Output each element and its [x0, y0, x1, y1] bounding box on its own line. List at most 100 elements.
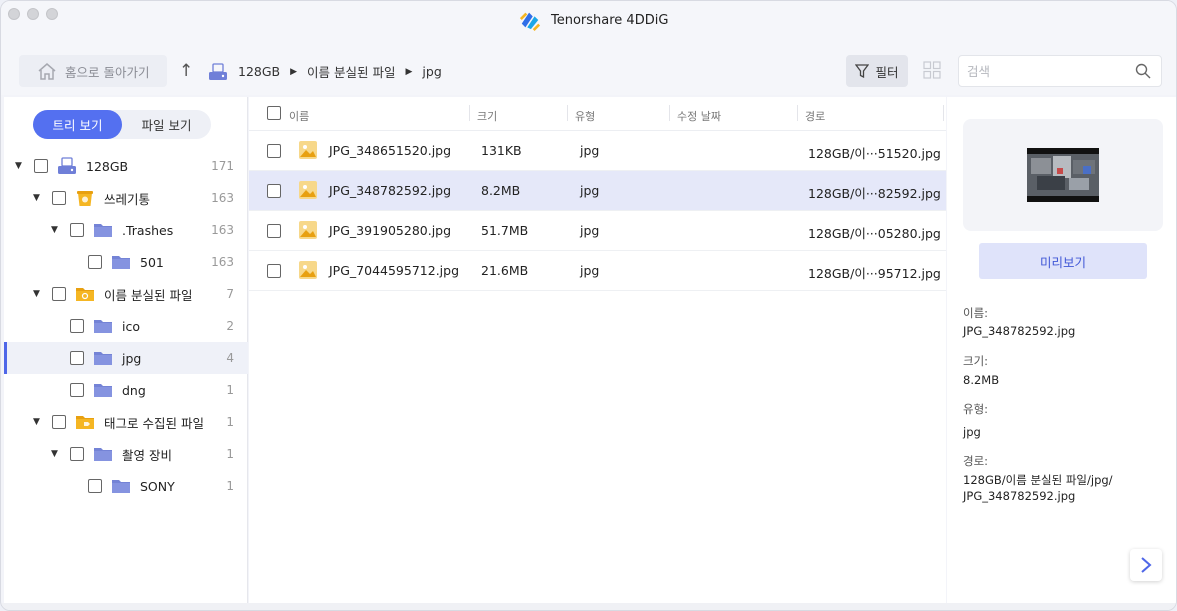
caret-down-icon[interactable]: ▼ — [33, 417, 40, 427]
drive-icon — [58, 157, 76, 174]
caret-down-icon[interactable]: ▼ — [15, 161, 22, 171]
column-header-date[interactable]: 수정 날짜 — [677, 108, 721, 124]
zoom-window-button[interactable] — [46, 8, 58, 20]
tree-item-128gb[interactable]: ▼ 128GB 171 — [4, 150, 248, 182]
caret-down-icon[interactable]: ▼ — [51, 449, 58, 459]
grid-view-icon[interactable] — [923, 61, 941, 79]
tree-item-lost-files[interactable]: ▼ 이름 분실된 파일 7 — [4, 278, 248, 310]
column-divider[interactable] — [469, 105, 470, 121]
table-row[interactable]: JPG_7044595712.jpg 21.6MB jpg 128GB/이···… — [249, 251, 946, 291]
tree-checkbox[interactable] — [70, 319, 84, 333]
preview-type-value: jpg — [963, 425, 981, 439]
home-button[interactable]: 홈으로 돌아가기 — [19, 55, 167, 87]
image-file-icon — [299, 181, 317, 199]
table-row[interactable]: JPG_391905280.jpg 51.7MB jpg 128GB/이···0… — [249, 211, 946, 251]
next-button[interactable] — [1130, 549, 1162, 581]
search-input[interactable] — [959, 56, 1129, 86]
tree-item-count: 163 — [211, 255, 234, 269]
app-window: Tenorshare 4DDiG 홈으로 돌아가기 ↑ 128GB ▶ 이름 분… — [0, 0, 1177, 611]
file-type: jpg — [580, 183, 600, 198]
tree-item-count: 163 — [211, 223, 234, 237]
column-divider[interactable] — [669, 105, 670, 121]
file-path: 128GB/이···82592.jpg — [808, 186, 941, 201]
column-header-path[interactable]: 경로 — [805, 108, 825, 124]
breadcrumb-item-jpg[interactable]: jpg — [422, 64, 441, 79]
table-row[interactable]: JPG_348651520.jpg 131KB jpg 128GB/이···51… — [249, 131, 946, 171]
thumbnail-card — [963, 119, 1163, 231]
tab-tree-view[interactable]: 트리 보기 — [33, 110, 122, 139]
preview-type-label: 유형: — [963, 402, 989, 416]
tree-item-trash[interactable]: ▼ 쓰레기통 163 — [4, 182, 248, 214]
filter-icon — [855, 64, 870, 78]
search-icon[interactable] — [1135, 63, 1151, 79]
tree-checkbox[interactable] — [70, 223, 84, 237]
breadcrumb-item-drive[interactable]: 128GB — [238, 64, 280, 79]
preview-button[interactable]: 미리보기 — [979, 243, 1147, 279]
file-size: 8.2MB — [481, 183, 521, 198]
search-box — [958, 55, 1162, 87]
file-size: 131KB — [481, 143, 522, 158]
preview-name-label: 이름: — [963, 306, 989, 320]
file-path: 128GB/이···51520.jpg — [808, 146, 941, 161]
up-arrow-icon[interactable]: ↑ — [179, 61, 193, 81]
file-list: 이름 크기 유형 수정 날짜 경로 JPG_348651520.jpg 131K… — [249, 97, 946, 603]
row-checkbox[interactable] — [267, 144, 281, 158]
filter-button[interactable]: 필터 — [846, 55, 908, 87]
column-divider[interactable] — [797, 105, 798, 121]
toolbar: 홈으로 돌아가기 ↑ 128GB ▶ 이름 분실된 파일 ▶ jpg 필터 — [1, 39, 1176, 95]
select-all-checkbox[interactable] — [267, 106, 281, 120]
tree-checkbox[interactable] — [70, 351, 84, 365]
tree-item-tagged-files[interactable]: ▼ 태그로 수집된 파일 1 — [4, 406, 248, 438]
tree-checkbox[interactable] — [52, 287, 66, 301]
tree-item-label: 촬영 장비 — [122, 447, 172, 463]
filter-button-label: 필터 — [875, 64, 899, 80]
column-divider[interactable] — [567, 105, 568, 121]
close-window-button[interactable] — [8, 8, 20, 20]
table-row[interactable]: JPG_348782592.jpg 8.2MB jpg 128GB/이···82… — [249, 171, 946, 211]
column-header-name[interactable]: 이름 — [289, 108, 309, 124]
tree-item-ico[interactable]: ico 2 — [4, 310, 248, 342]
column-divider[interactable] — [943, 105, 944, 121]
tree-checkbox[interactable] — [70, 447, 84, 461]
tree-item-label: SONY — [140, 478, 175, 494]
tree-item-jpg[interactable]: jpg 4 — [4, 342, 248, 374]
column-header-type[interactable]: 유형 — [575, 108, 595, 124]
preview-size-value: 8.2MB — [963, 373, 1000, 387]
tree-item-label: ico — [122, 318, 140, 334]
file-path: 128GB/이···05280.jpg — [808, 226, 941, 241]
file-name: JPG_348651520.jpg — [329, 143, 452, 158]
tree-checkbox[interactable] — [88, 255, 102, 269]
row-checkbox[interactable] — [267, 264, 281, 278]
tree-item-501[interactable]: 501 163 — [4, 246, 248, 278]
folder-icon — [94, 224, 112, 237]
tree-checkbox[interactable] — [34, 159, 48, 173]
tree-item-trashes[interactable]: ▼ .Trashes 163 — [4, 214, 248, 246]
column-header-size[interactable]: 크기 — [477, 108, 497, 124]
tree-checkbox[interactable] — [70, 383, 84, 397]
minimize-window-button[interactable] — [27, 8, 39, 20]
lost-folder-icon — [76, 288, 94, 301]
trash-folder-icon — [77, 191, 93, 206]
tree-checkbox[interactable] — [88, 479, 102, 493]
caret-down-icon[interactable]: ▼ — [33, 193, 40, 203]
tree-item-label: dng — [122, 382, 146, 398]
breadcrumb: 128GB ▶ 이름 분실된 파일 ▶ jpg — [208, 62, 442, 81]
preview-name-value: JPG_348782592.jpg — [963, 324, 1076, 338]
tree-checkbox[interactable] — [52, 191, 66, 205]
chevron-right-icon: ▶ — [405, 66, 413, 77]
caret-down-icon[interactable]: ▼ — [51, 225, 58, 235]
app-title: Tenorshare 4DDiG — [518, 9, 668, 31]
breadcrumb-item-lost-files[interactable]: 이름 분실된 파일 — [307, 62, 395, 81]
tree-item-count: 4 — [226, 351, 234, 365]
file-size: 51.7MB — [481, 223, 529, 238]
tree-checkbox[interactable] — [52, 415, 66, 429]
image-file-icon — [299, 261, 317, 279]
chevron-right-icon — [1141, 557, 1152, 573]
row-checkbox[interactable] — [267, 224, 281, 238]
tree-item-dng[interactable]: dng 1 — [4, 374, 248, 406]
row-checkbox[interactable] — [267, 184, 281, 198]
tree-item-camera-gear[interactable]: ▼ 촬영 장비 1 — [4, 438, 248, 470]
tab-file-view[interactable]: 파일 보기 — [122, 110, 211, 139]
caret-down-icon[interactable]: ▼ — [33, 289, 40, 299]
tree-item-sony[interactable]: SONY 1 — [4, 470, 248, 502]
